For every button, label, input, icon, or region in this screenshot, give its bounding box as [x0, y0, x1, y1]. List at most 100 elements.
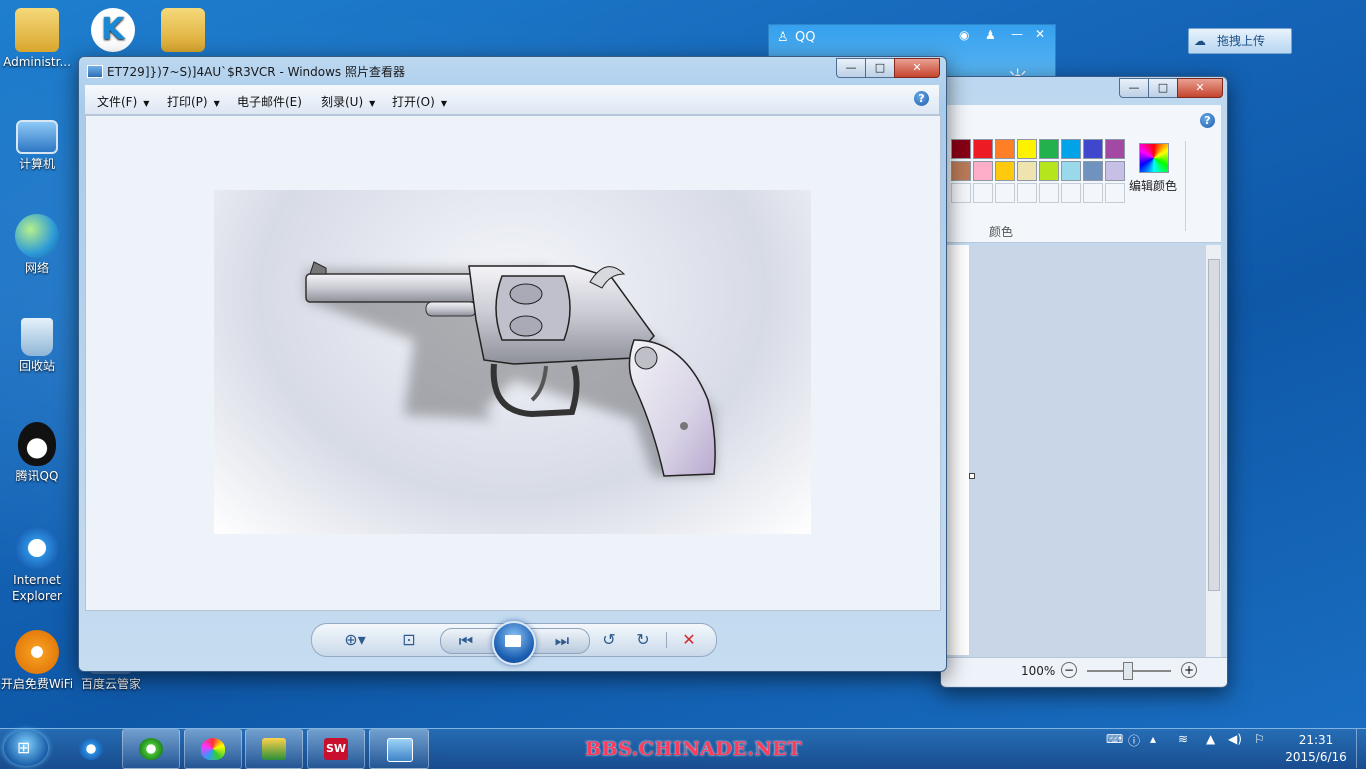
menu-open-label: 打开(O)	[392, 95, 435, 109]
color-swatch[interactable]	[973, 161, 993, 181]
paint-minimize-button[interactable]: —	[1119, 78, 1149, 98]
color-swatch[interactable]	[1039, 139, 1059, 159]
desktop-icon-folder[interactable]	[146, 8, 220, 54]
close-button[interactable]: ✕	[894, 58, 940, 78]
delete-icon[interactable]: ✕	[678, 630, 700, 650]
canvas-resize-handle[interactable]	[969, 473, 975, 479]
maximize-button[interactable]: □	[865, 58, 895, 78]
desktop-icon-computer[interactable]: 计算机	[0, 114, 74, 172]
paint-maximize-button[interactable]: □	[1148, 78, 1178, 98]
menu-print[interactable]: 打印(P) ▼	[167, 93, 220, 110]
desktop-icon-free-wifi[interactable]: 开启免费WiFi	[0, 630, 74, 692]
actual-size-icon[interactable]: ⊡	[398, 630, 420, 650]
zoom-out-icon[interactable]: −	[1061, 662, 1077, 678]
color-swatch[interactable]	[1017, 161, 1037, 181]
paint-vertical-scrollbar[interactable]	[1205, 245, 1221, 657]
desktop-icon-qq[interactable]: 腾讯QQ	[0, 422, 74, 484]
edit-colors-label[interactable]: 编辑颜色	[1129, 177, 1177, 194]
taskbar-photo-app-button[interactable]	[245, 729, 303, 769]
image-canvas[interactable]	[85, 115, 941, 611]
next-icon[interactable]: ⏭	[551, 631, 573, 651]
previous-icon[interactable]: ⏮	[455, 631, 477, 651]
desktop-icon-internet-explorer[interactable]: Internet Explorer	[0, 526, 74, 604]
taskbar-solidworks-button[interactable]: SW	[307, 729, 365, 769]
start-button[interactable]: ⊞	[4, 730, 48, 766]
show-hidden-icons-icon[interactable]: ▲	[1206, 732, 1215, 746]
folder-icon	[161, 8, 205, 52]
menu-open[interactable]: 打开(O) ▼	[392, 93, 447, 110]
color-swatch[interactable]	[1017, 139, 1037, 159]
menu-file-label: 文件(F)	[97, 95, 138, 109]
desktop-icon-label: 开启免费WiFi	[0, 677, 74, 691]
color-swatch[interactable]	[973, 139, 993, 159]
clock-date: 2015/6/16	[1285, 750, 1347, 764]
zoom-in-icon[interactable]: +	[1181, 662, 1197, 678]
desktop-icon-network[interactable]: 网络	[0, 214, 74, 276]
color-swatch[interactable]	[995, 161, 1015, 181]
empty-color-swatch[interactable]	[951, 183, 971, 203]
menu-burn-label: 刻录(U)	[321, 95, 364, 109]
paint-close-button[interactable]: ✕	[1177, 78, 1223, 98]
qq-shirt-icon[interactable]: ♟	[985, 28, 996, 42]
edit-colors-icon[interactable]	[1139, 143, 1169, 173]
color-swatch[interactable]	[1083, 139, 1103, 159]
color-swatch[interactable]	[1061, 161, 1081, 181]
tray-arrow-icon[interactable]: ▴	[1150, 732, 1156, 746]
menu-burn[interactable]: 刻录(U) ▼	[321, 93, 375, 110]
browser-360-icon	[139, 738, 163, 760]
help-icon[interactable]: ?	[914, 91, 929, 106]
empty-color-swatch[interactable]	[1017, 183, 1037, 203]
taskbar-photo-viewer-button[interactable]	[369, 729, 429, 769]
menu-email[interactable]: 电子邮件(E)	[237, 93, 302, 110]
desktop-icon-k-app[interactable]: K	[76, 8, 150, 54]
help-tray-icon[interactable]: ⓘ	[1128, 732, 1140, 749]
keyboard-icon[interactable]: ⌨	[1106, 732, 1123, 746]
empty-color-swatch[interactable]	[1061, 183, 1081, 203]
desktop-icon-administrator[interactable]: Administr...	[0, 8, 74, 70]
taskbar-clock[interactable]: 21:31 2015/6/16	[1280, 732, 1352, 766]
qq-close-button[interactable]: ✕	[1035, 27, 1045, 41]
empty-color-swatch[interactable]	[973, 183, 993, 203]
qq-skin-icon[interactable]: ◉	[959, 28, 969, 42]
minimize-button[interactable]: —	[836, 58, 866, 78]
color-swatch[interactable]	[951, 139, 971, 159]
empty-color-swatch[interactable]	[1083, 183, 1103, 203]
wifi-signal-icon[interactable]: ≋	[1178, 732, 1188, 746]
empty-color-swatch[interactable]	[1039, 183, 1059, 203]
watermark-text: BBS.CHINADE.NET	[585, 738, 802, 760]
taskbar-ie-button[interactable]	[62, 729, 120, 769]
color-swatch[interactable]	[995, 139, 1015, 159]
volume-icon[interactable]: ◀)	[1228, 732, 1242, 746]
zoom-icon[interactable]: ⊕▾	[338, 630, 372, 650]
photo-viewer-window[interactable]: ET729]})7~S)]4AU`$R3VCR - Windows 照片查看器 …	[78, 56, 947, 672]
rotate-clockwise-icon[interactable]: ↻	[632, 630, 654, 650]
photo-viewer-titlebar[interactable]: ET729]})7~S)]4AU`$R3VCR - Windows 照片查看器 …	[79, 57, 946, 85]
qq-minimize-button[interactable]: —	[1011, 27, 1023, 41]
taskbar-360-browser-button[interactable]	[122, 729, 180, 769]
empty-color-swatch[interactable]	[1105, 183, 1125, 203]
desktop-icon-label: 计算机	[18, 157, 55, 171]
action-center-icon[interactable]: ⚐	[1254, 732, 1265, 746]
empty-color-swatch[interactable]	[995, 183, 1015, 203]
color-swatch[interactable]	[1105, 161, 1125, 181]
color-swatch[interactable]	[1105, 139, 1125, 159]
zoom-slider-thumb[interactable]	[1123, 662, 1133, 680]
internet-explorer-icon	[79, 738, 103, 760]
color-swatch[interactable]	[1083, 161, 1103, 181]
drag-upload-button[interactable]: ☁ 拖拽上传	[1188, 28, 1292, 54]
color-swatch[interactable]	[1061, 139, 1081, 159]
menu-file[interactable]: 文件(F) ▼	[97, 93, 149, 110]
paint-help-icon[interactable]: ?	[1200, 113, 1215, 128]
paint-workspace[interactable]	[941, 245, 1211, 657]
desktop-icon-recycle-bin[interactable]: 回收站	[0, 318, 74, 374]
rotate-counterclockwise-icon[interactable]: ↺	[598, 630, 620, 650]
slideshow-button[interactable]	[492, 621, 536, 665]
menu-email-label: 电子邮件(E)	[237, 95, 302, 109]
taskbar-paint-button[interactable]	[184, 729, 242, 769]
scrollbar-thumb[interactable]	[1208, 259, 1220, 591]
color-swatch[interactable]	[1039, 161, 1059, 181]
paint-window[interactable]: — □ ✕ ? 编辑颜色 颜色 100% − +	[940, 76, 1228, 688]
show-desktop-button[interactable]	[1356, 729, 1366, 768]
photo-viewer-icon	[387, 738, 413, 762]
color-swatch[interactable]	[951, 161, 971, 181]
